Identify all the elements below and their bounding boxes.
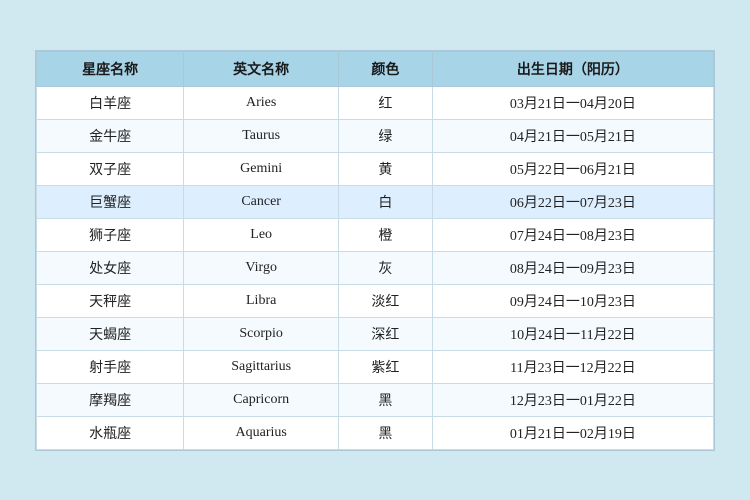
table-cell: 天蝎座: [37, 317, 184, 350]
table-cell: 淡红: [339, 284, 433, 317]
table-row: 狮子座Leo橙07月24日一08月23日: [37, 218, 714, 251]
table-cell: 08月24日一09月23日: [432, 251, 713, 284]
table-cell: 绿: [339, 119, 433, 152]
table-cell: 11月23日一12月22日: [432, 350, 713, 383]
table-cell: Aquarius: [184, 416, 339, 449]
table-cell: 06月22日一07月23日: [432, 185, 713, 218]
table-cell: Leo: [184, 218, 339, 251]
table-cell: 黑: [339, 383, 433, 416]
table-row: 白羊座Aries红03月21日一04月20日: [37, 86, 714, 119]
table-cell: 05月22日一06月21日: [432, 152, 713, 185]
table-cell: 04月21日一05月21日: [432, 119, 713, 152]
table-cell: 09月24日一10月23日: [432, 284, 713, 317]
table-cell: Sagittarius: [184, 350, 339, 383]
table-cell: Scorpio: [184, 317, 339, 350]
table-cell: 黄: [339, 152, 433, 185]
table-cell: 双子座: [37, 152, 184, 185]
table-cell: 狮子座: [37, 218, 184, 251]
table-cell: 巨蟹座: [37, 185, 184, 218]
table-cell: 10月24日一11月22日: [432, 317, 713, 350]
table-header-cell: 英文名称: [184, 51, 339, 86]
table-cell: Aries: [184, 86, 339, 119]
table-row: 双子座Gemini黄05月22日一06月21日: [37, 152, 714, 185]
table-cell: 白: [339, 185, 433, 218]
table-row: 天蝎座Scorpio深红10月24日一11月22日: [37, 317, 714, 350]
table-cell: 灰: [339, 251, 433, 284]
table-cell: 天秤座: [37, 284, 184, 317]
table-cell: 红: [339, 86, 433, 119]
table-cell: Taurus: [184, 119, 339, 152]
zodiac-table-wrapper: 星座名称英文名称颜色出生日期（阳历） 白羊座Aries红03月21日一04月20…: [35, 50, 715, 451]
table-row: 射手座Sagittarius紫红11月23日一12月22日: [37, 350, 714, 383]
table-cell: 橙: [339, 218, 433, 251]
table-row: 巨蟹座Cancer白06月22日一07月23日: [37, 185, 714, 218]
table-cell: 12月23日一01月22日: [432, 383, 713, 416]
table-row: 处女座Virgo灰08月24日一09月23日: [37, 251, 714, 284]
table-cell: 白羊座: [37, 86, 184, 119]
table-cell: 水瓶座: [37, 416, 184, 449]
table-cell: Cancer: [184, 185, 339, 218]
table-row: 摩羯座Capricorn黑12月23日一01月22日: [37, 383, 714, 416]
table-cell: Capricorn: [184, 383, 339, 416]
table-row: 水瓶座Aquarius黑01月21日一02月19日: [37, 416, 714, 449]
table-row: 金牛座Taurus绿04月21日一05月21日: [37, 119, 714, 152]
table-header-row: 星座名称英文名称颜色出生日期（阳历）: [37, 51, 714, 86]
table-header-cell: 颜色: [339, 51, 433, 86]
table-cell: 黑: [339, 416, 433, 449]
table-cell: 摩羯座: [37, 383, 184, 416]
table-row: 天秤座Libra淡红09月24日一10月23日: [37, 284, 714, 317]
table-cell: 处女座: [37, 251, 184, 284]
table-cell: Gemini: [184, 152, 339, 185]
table-cell: 01月21日一02月19日: [432, 416, 713, 449]
table-cell: 紫红: [339, 350, 433, 383]
table-header-cell: 星座名称: [37, 51, 184, 86]
table-cell: Virgo: [184, 251, 339, 284]
table-cell: 射手座: [37, 350, 184, 383]
zodiac-table: 星座名称英文名称颜色出生日期（阳历） 白羊座Aries红03月21日一04月20…: [36, 51, 714, 450]
table-cell: 深红: [339, 317, 433, 350]
table-header-cell: 出生日期（阳历）: [432, 51, 713, 86]
table-cell: 03月21日一04月20日: [432, 86, 713, 119]
table-cell: 金牛座: [37, 119, 184, 152]
table-cell: Libra: [184, 284, 339, 317]
table-cell: 07月24日一08月23日: [432, 218, 713, 251]
